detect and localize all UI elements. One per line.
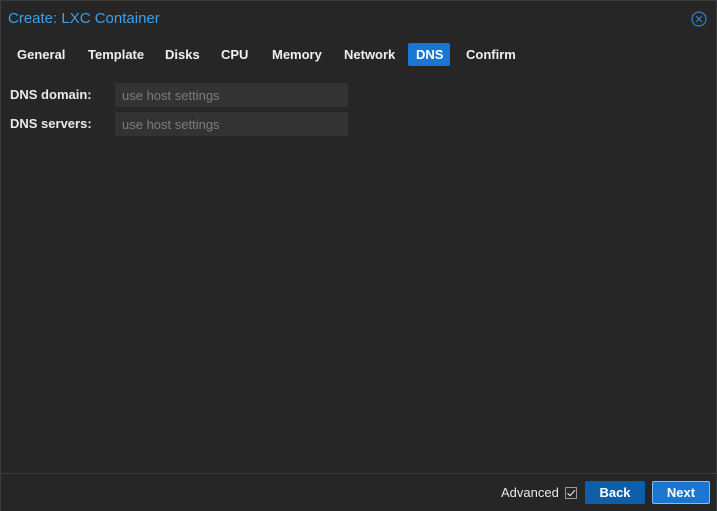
dns-form: DNS domain: DNS servers: — [1, 71, 716, 471]
tab-cpu[interactable]: CPU — [213, 43, 256, 66]
advanced-label: Advanced — [501, 485, 559, 500]
tab-network[interactable]: Network — [336, 43, 400, 66]
dns-servers-input[interactable] — [115, 112, 348, 136]
back-button[interactable]: Back — [585, 481, 645, 504]
advanced-checkbox-icon[interactable] — [564, 486, 577, 499]
dns-domain-label: DNS domain: — [10, 87, 92, 102]
tab-disks[interactable]: Disks — [157, 43, 205, 66]
dns-servers-label: DNS servers: — [10, 116, 92, 131]
tab-confirm[interactable]: Confirm — [458, 43, 522, 66]
dialog-header: Create: LXC Container — [1, 1, 716, 35]
dialog-title: Create: LXC Container — [8, 10, 160, 27]
dns-domain-row: DNS domain: — [1, 83, 716, 107]
tab-dns[interactable]: DNS — [408, 43, 450, 66]
wizard-tab-bar: General Template Disks CPU Memory Networ… — [1, 37, 716, 71]
create-lxc-dialog: Create: LXC Container General Template D… — [0, 0, 717, 511]
tab-template[interactable]: Template — [80, 43, 149, 66]
close-icon[interactable] — [691, 11, 707, 27]
dns-domain-input[interactable] — [115, 83, 348, 107]
dns-servers-row: DNS servers: — [1, 112, 716, 136]
tab-general[interactable]: General — [9, 43, 72, 66]
dialog-footer: Advanced Back Next — [1, 473, 716, 511]
tab-memory[interactable]: Memory — [264, 43, 328, 66]
advanced-toggle[interactable]: Advanced — [501, 485, 577, 500]
next-button[interactable]: Next — [652, 481, 710, 504]
